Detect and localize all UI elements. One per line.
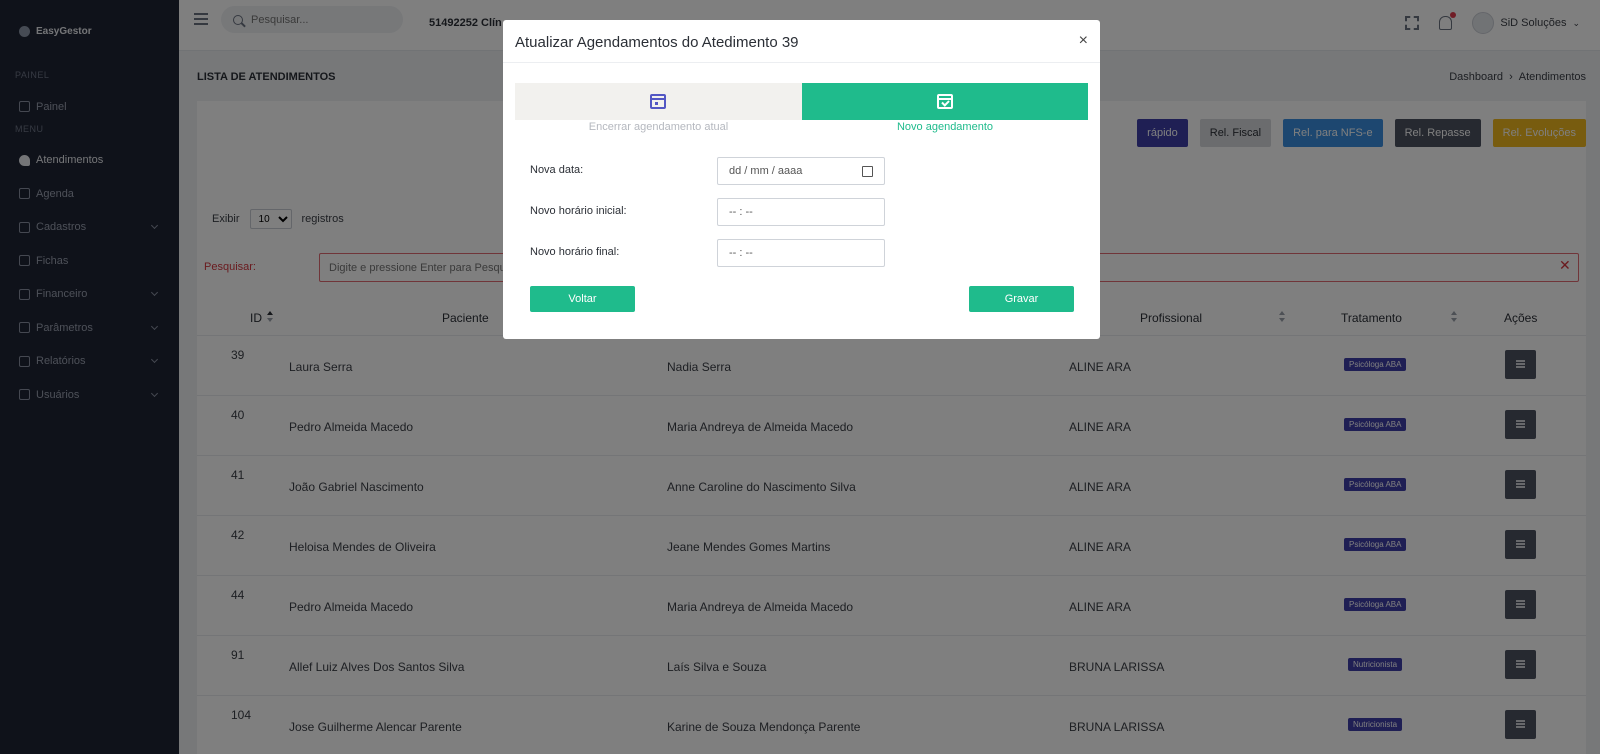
- step-encerrar[interactable]: [515, 83, 802, 120]
- horario-final-value: -- : --: [729, 247, 753, 259]
- horario-final-label: Novo horário final:: [530, 246, 620, 258]
- back-button[interactable]: Voltar: [530, 286, 635, 312]
- nova-data-input[interactable]: dd / mm / aaaa: [717, 157, 885, 185]
- step-novo-agendamento[interactable]: [801, 83, 1088, 120]
- horario-inicial-input[interactable]: -- : --: [717, 198, 885, 226]
- calendar-icon: [650, 94, 667, 109]
- save-button[interactable]: Gravar: [969, 286, 1074, 312]
- step-encerrar-label: Encerrar agendamento atual: [588, 121, 729, 133]
- horario-final-input[interactable]: -- : --: [717, 239, 885, 267]
- horario-inicial-value: -- : --: [729, 206, 753, 218]
- nova-data-label: Nova data:: [530, 164, 584, 176]
- calendar-icon[interactable]: [862, 166, 873, 177]
- update-schedule-modal: Atualizar Agendamentos do Atedimento 39 …: [503, 20, 1100, 339]
- nova-data-value: dd / mm / aaaa: [729, 165, 803, 177]
- calendar-check-icon: [936, 94, 953, 109]
- horario-inicial-label: Novo horário inicial:: [530, 205, 627, 217]
- close-icon[interactable]: ×: [1079, 32, 1088, 50]
- wizard-steps: [515, 83, 1088, 120]
- step-novo-label: Novo agendamento: [896, 121, 993, 133]
- modal-title: Atualizar Agendamentos do Atedimento 39: [503, 20, 1100, 63]
